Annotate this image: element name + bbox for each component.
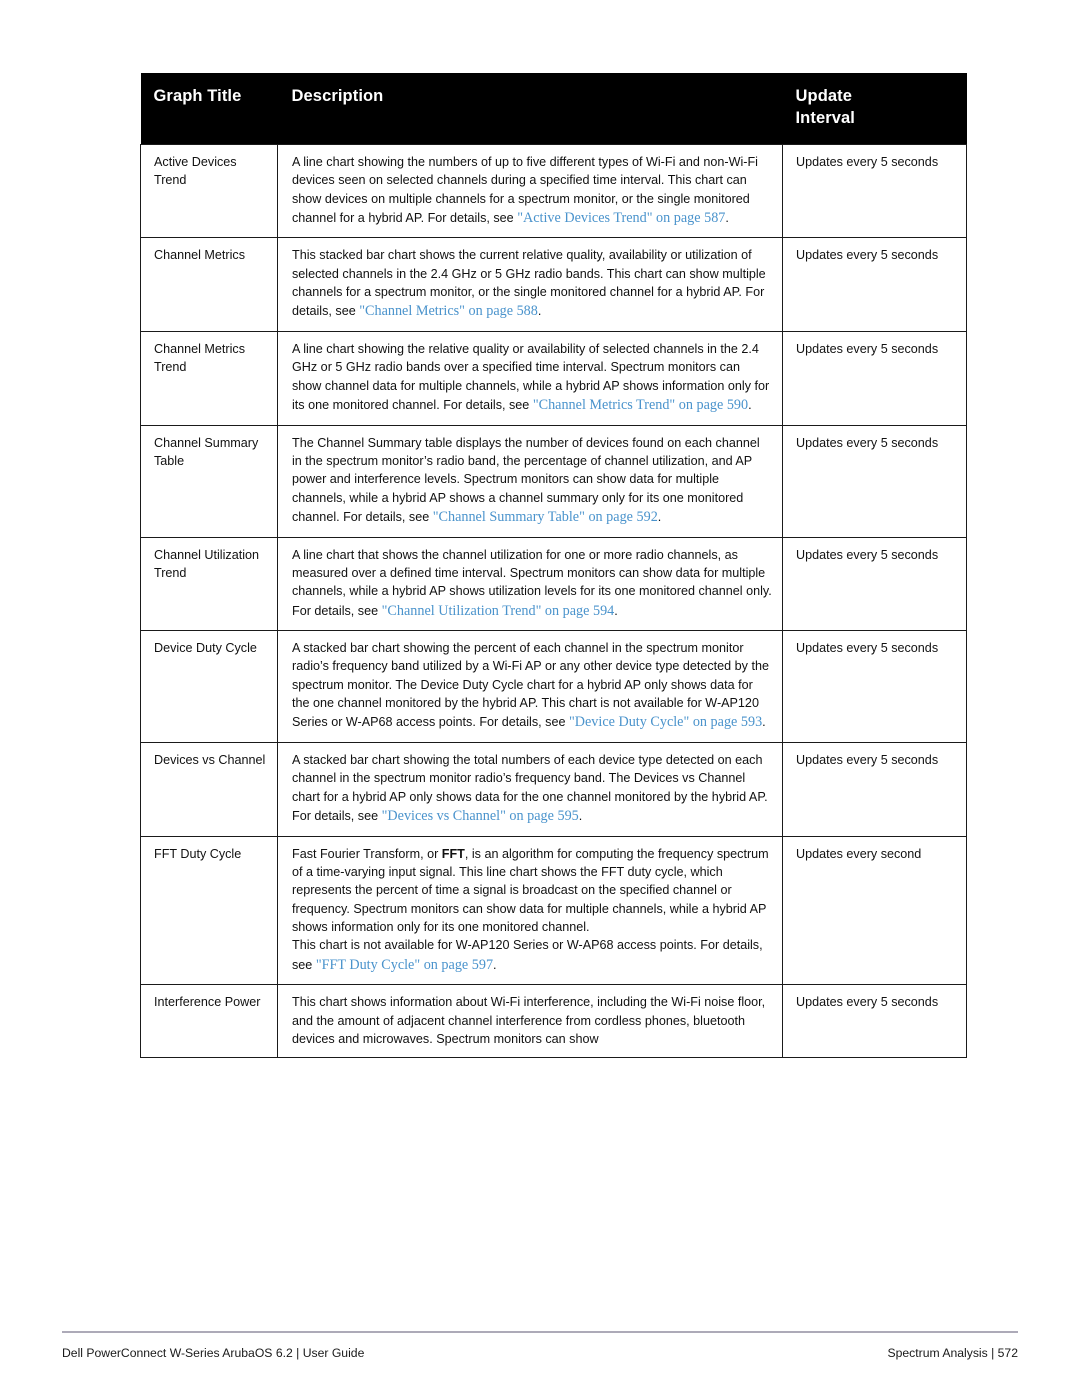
graph-reference-table: Graph Title Description Update Interval A… — [140, 73, 967, 1059]
table-row: Channel Utilization Trend A line chart th… — [140, 536, 967, 632]
cell-update-interval: Updates every 5 seconds — [782, 237, 967, 333]
document-page: Graph Title Description Update Interval A… — [0, 0, 1080, 1397]
cell-description: A line chart that shows the channel util… — [277, 536, 783, 632]
column-header-update-interval: Update Interval — [782, 73, 967, 145]
cross-reference-link[interactable]: "Active Devices Trend" on page 587 — [517, 210, 725, 226]
description-text: Fast Fourier Transform, or — [292, 846, 442, 861]
footer-section-and-page: Spectrum Analysis | 572 — [887, 1346, 1018, 1360]
cell-description: A stacked bar chart showing the total nu… — [277, 742, 783, 837]
table-row: Interference Power This chart shows infor… — [140, 984, 967, 1059]
description-text: . — [657, 509, 662, 524]
cell-graph-title: Channel Summary Table — [140, 424, 278, 538]
cell-description: Fast Fourier Transform, or FFT, is an al… — [277, 835, 783, 986]
description-bold-term: FFT — [441, 846, 465, 861]
cell-update-interval: Updates every 5 seconds — [782, 331, 967, 426]
cell-graph-title: Channel Metrics — [140, 237, 278, 333]
cell-description: A line chart showing the relative qualit… — [277, 331, 783, 426]
cell-description: A stacked bar chart showing the percent … — [277, 630, 783, 744]
cell-update-interval: Updates every 5 seconds — [782, 143, 967, 239]
cell-update-interval: Updates every 5 seconds — [782, 742, 967, 837]
description-text: . — [748, 398, 752, 412]
cell-description: This chart shows information about Wi-Fi… — [277, 984, 783, 1059]
table-row: FFT Duty Cycle Fast Fourier Transform, or… — [140, 835, 967, 986]
cross-reference-link[interactable]: "FFT Duty Cycle" on page 597 — [316, 957, 493, 973]
cell-graph-title: Interference Power — [140, 984, 278, 1059]
page-footer: Dell PowerConnect W-Series ArubaOS 6.2 |… — [62, 1346, 1018, 1360]
table-row: Channel Metrics Trend A line chart showin… — [140, 331, 967, 426]
cell-graph-title: Device Duty Cycle — [140, 630, 278, 744]
cross-reference-link[interactable]: "Channel Summary Table" on page 592 — [433, 509, 658, 525]
description-text: . — [493, 957, 497, 972]
description-text: . — [537, 304, 542, 319]
cell-graph-title: Active Devices Trend — [140, 143, 278, 239]
table-row: Device Duty Cycle A stacked bar chart sho… — [140, 630, 967, 744]
cell-update-interval: Updates every 5 seconds — [782, 984, 967, 1059]
table-header: Graph Title Description Update Interval — [140, 73, 967, 145]
cross-reference-link[interactable]: "Channel Metrics Trend" on page 590 — [533, 397, 748, 413]
footer-divider — [62, 1331, 1018, 1333]
description-text: . — [614, 603, 618, 618]
cross-reference-link[interactable]: "Channel Utilization Trend" on page 594 — [382, 603, 615, 619]
description-text: . — [725, 210, 729, 225]
footer-document-title: Dell PowerConnect W-Series ArubaOS 6.2 |… — [62, 1346, 365, 1360]
update-interval-line-1: Update — [795, 87, 853, 105]
cell-description: This stacked bar chart shows the current… — [277, 237, 783, 333]
cell-description: A line chart showing the numbers of up t… — [277, 143, 783, 239]
table-row: Active Devices Trend A line chart showing… — [140, 143, 967, 239]
cell-graph-title: Devices vs Channel — [140, 742, 278, 837]
update-interval-line-2: Interval — [795, 108, 855, 127]
table-row: Devices vs Channel A stacked bar chart sh… — [140, 742, 967, 837]
cell-update-interval: Updates every 5 seconds — [782, 630, 967, 744]
cell-graph-title: FFT Duty Cycle — [140, 835, 278, 986]
table-header-row: Graph Title Description Update Interval — [140, 73, 967, 145]
table-row: Channel Summary Table The Channel Summary… — [140, 424, 967, 538]
column-header-graph-title: Graph Title — [140, 73, 278, 145]
cell-update-interval: Updates every second — [782, 835, 967, 986]
cell-graph-title: Channel Utilization Trend — [140, 536, 278, 632]
table-row: Channel Metrics This stacked bar chart sh… — [140, 237, 967, 333]
description-text: . — [762, 715, 766, 730]
description-text: This chart shows information about Wi-Fi… — [292, 995, 766, 1046]
cell-update-interval: Updates every 5 seconds — [782, 536, 967, 632]
cell-graph-title: Channel Metrics Trend — [140, 331, 278, 426]
table-body: Active Devices Trend A line chart showing… — [140, 143, 967, 1059]
cross-reference-link[interactable]: "Device Duty Cycle" on page 593 — [569, 714, 762, 730]
cell-description: The Channel Summary table displays the n… — [277, 424, 783, 538]
cross-reference-link[interactable]: "Channel Metrics" on page 588 — [359, 303, 538, 319]
cross-reference-link[interactable]: "Devices vs Channel" on page 595 — [382, 808, 579, 824]
description-text: . — [578, 809, 583, 823]
column-header-description: Description — [277, 73, 783, 145]
cell-update-interval: Updates every 5 seconds — [782, 424, 967, 538]
